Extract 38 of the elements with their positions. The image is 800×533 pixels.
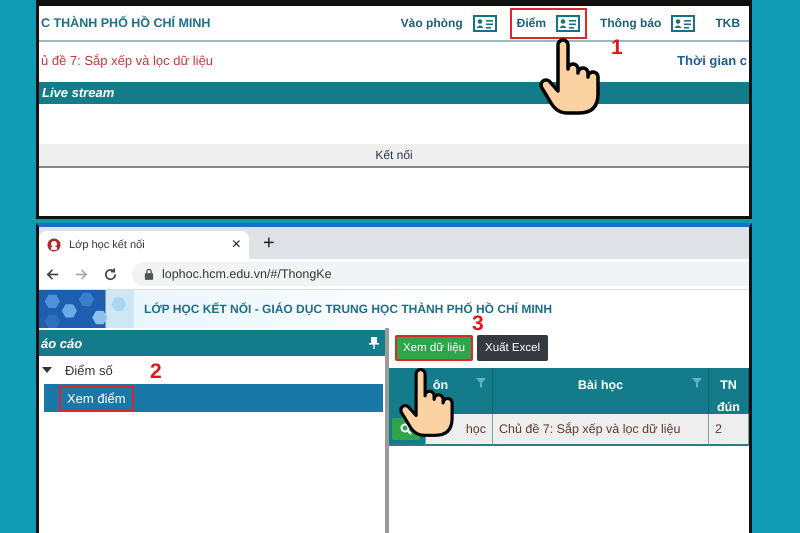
table-cell: 2 bbox=[709, 414, 749, 446]
address-bar[interactable]: lophoc.hcm.edu.vn/#/ThongKe bbox=[132, 262, 749, 286]
browser-tab[interactable]: Lớp học kết nối × bbox=[39, 231, 249, 259]
new-tab-button[interactable]: + bbox=[263, 232, 275, 255]
reload-icon[interactable] bbox=[103, 266, 118, 282]
caret-icon[interactable] bbox=[42, 365, 52, 375]
column-header[interactable]: Bài học bbox=[493, 368, 709, 414]
site-title: C THÀNH PHỐ HỒ CHÍ MINH bbox=[41, 16, 210, 30]
tree-label: Xem điểm bbox=[59, 386, 134, 410]
time-label: Thời gian c bbox=[677, 52, 747, 68]
connect-button[interactable]: Kết nối bbox=[39, 144, 749, 168]
step-number: 1 bbox=[611, 36, 623, 60]
panel-title: áo cáo bbox=[41, 336, 82, 350]
search-icon bbox=[400, 423, 412, 435]
nav-link[interactable]: TKB bbox=[708, 9, 747, 37]
lesson-title: ủ đề 7: Sắp xếp và lọc dữ liệu bbox=[41, 52, 214, 68]
site-logo-icon bbox=[47, 238, 61, 252]
nav-link[interactable]: Thông báo bbox=[593, 8, 702, 38]
nav-link[interactable]: Vào phòng bbox=[394, 8, 504, 38]
panel-header: Live stream bbox=[39, 82, 749, 104]
hand-cursor-icon bbox=[538, 36, 600, 116]
tab-title: Lớp học kết nối bbox=[69, 239, 146, 251]
close-tab-button[interactable]: × bbox=[232, 236, 241, 254]
hand-cursor-icon bbox=[398, 366, 454, 438]
column-header[interactable]: TN đún bbox=[709, 368, 749, 414]
nav-link[interactable]: Điểm bbox=[510, 8, 587, 38]
id-card-icon bbox=[671, 14, 696, 32]
tree-label: Điểm số bbox=[64, 362, 114, 380]
back-icon[interactable] bbox=[45, 266, 60, 282]
table-cell: Chủ đề 7: Sắp xếp và lọc dữ liệu bbox=[493, 414, 709, 446]
id-card-icon bbox=[472, 14, 497, 32]
tree-item[interactable]: Xem điểm bbox=[44, 384, 383, 412]
id-card-icon bbox=[556, 14, 580, 32]
lock-icon bbox=[144, 268, 154, 280]
pin-icon[interactable] bbox=[369, 337, 379, 349]
export-button[interactable]: Xuất Excel bbox=[477, 335, 548, 361]
step-number: 2 bbox=[150, 360, 162, 384]
tree-item[interactable]: Điểm số bbox=[39, 356, 127, 384]
